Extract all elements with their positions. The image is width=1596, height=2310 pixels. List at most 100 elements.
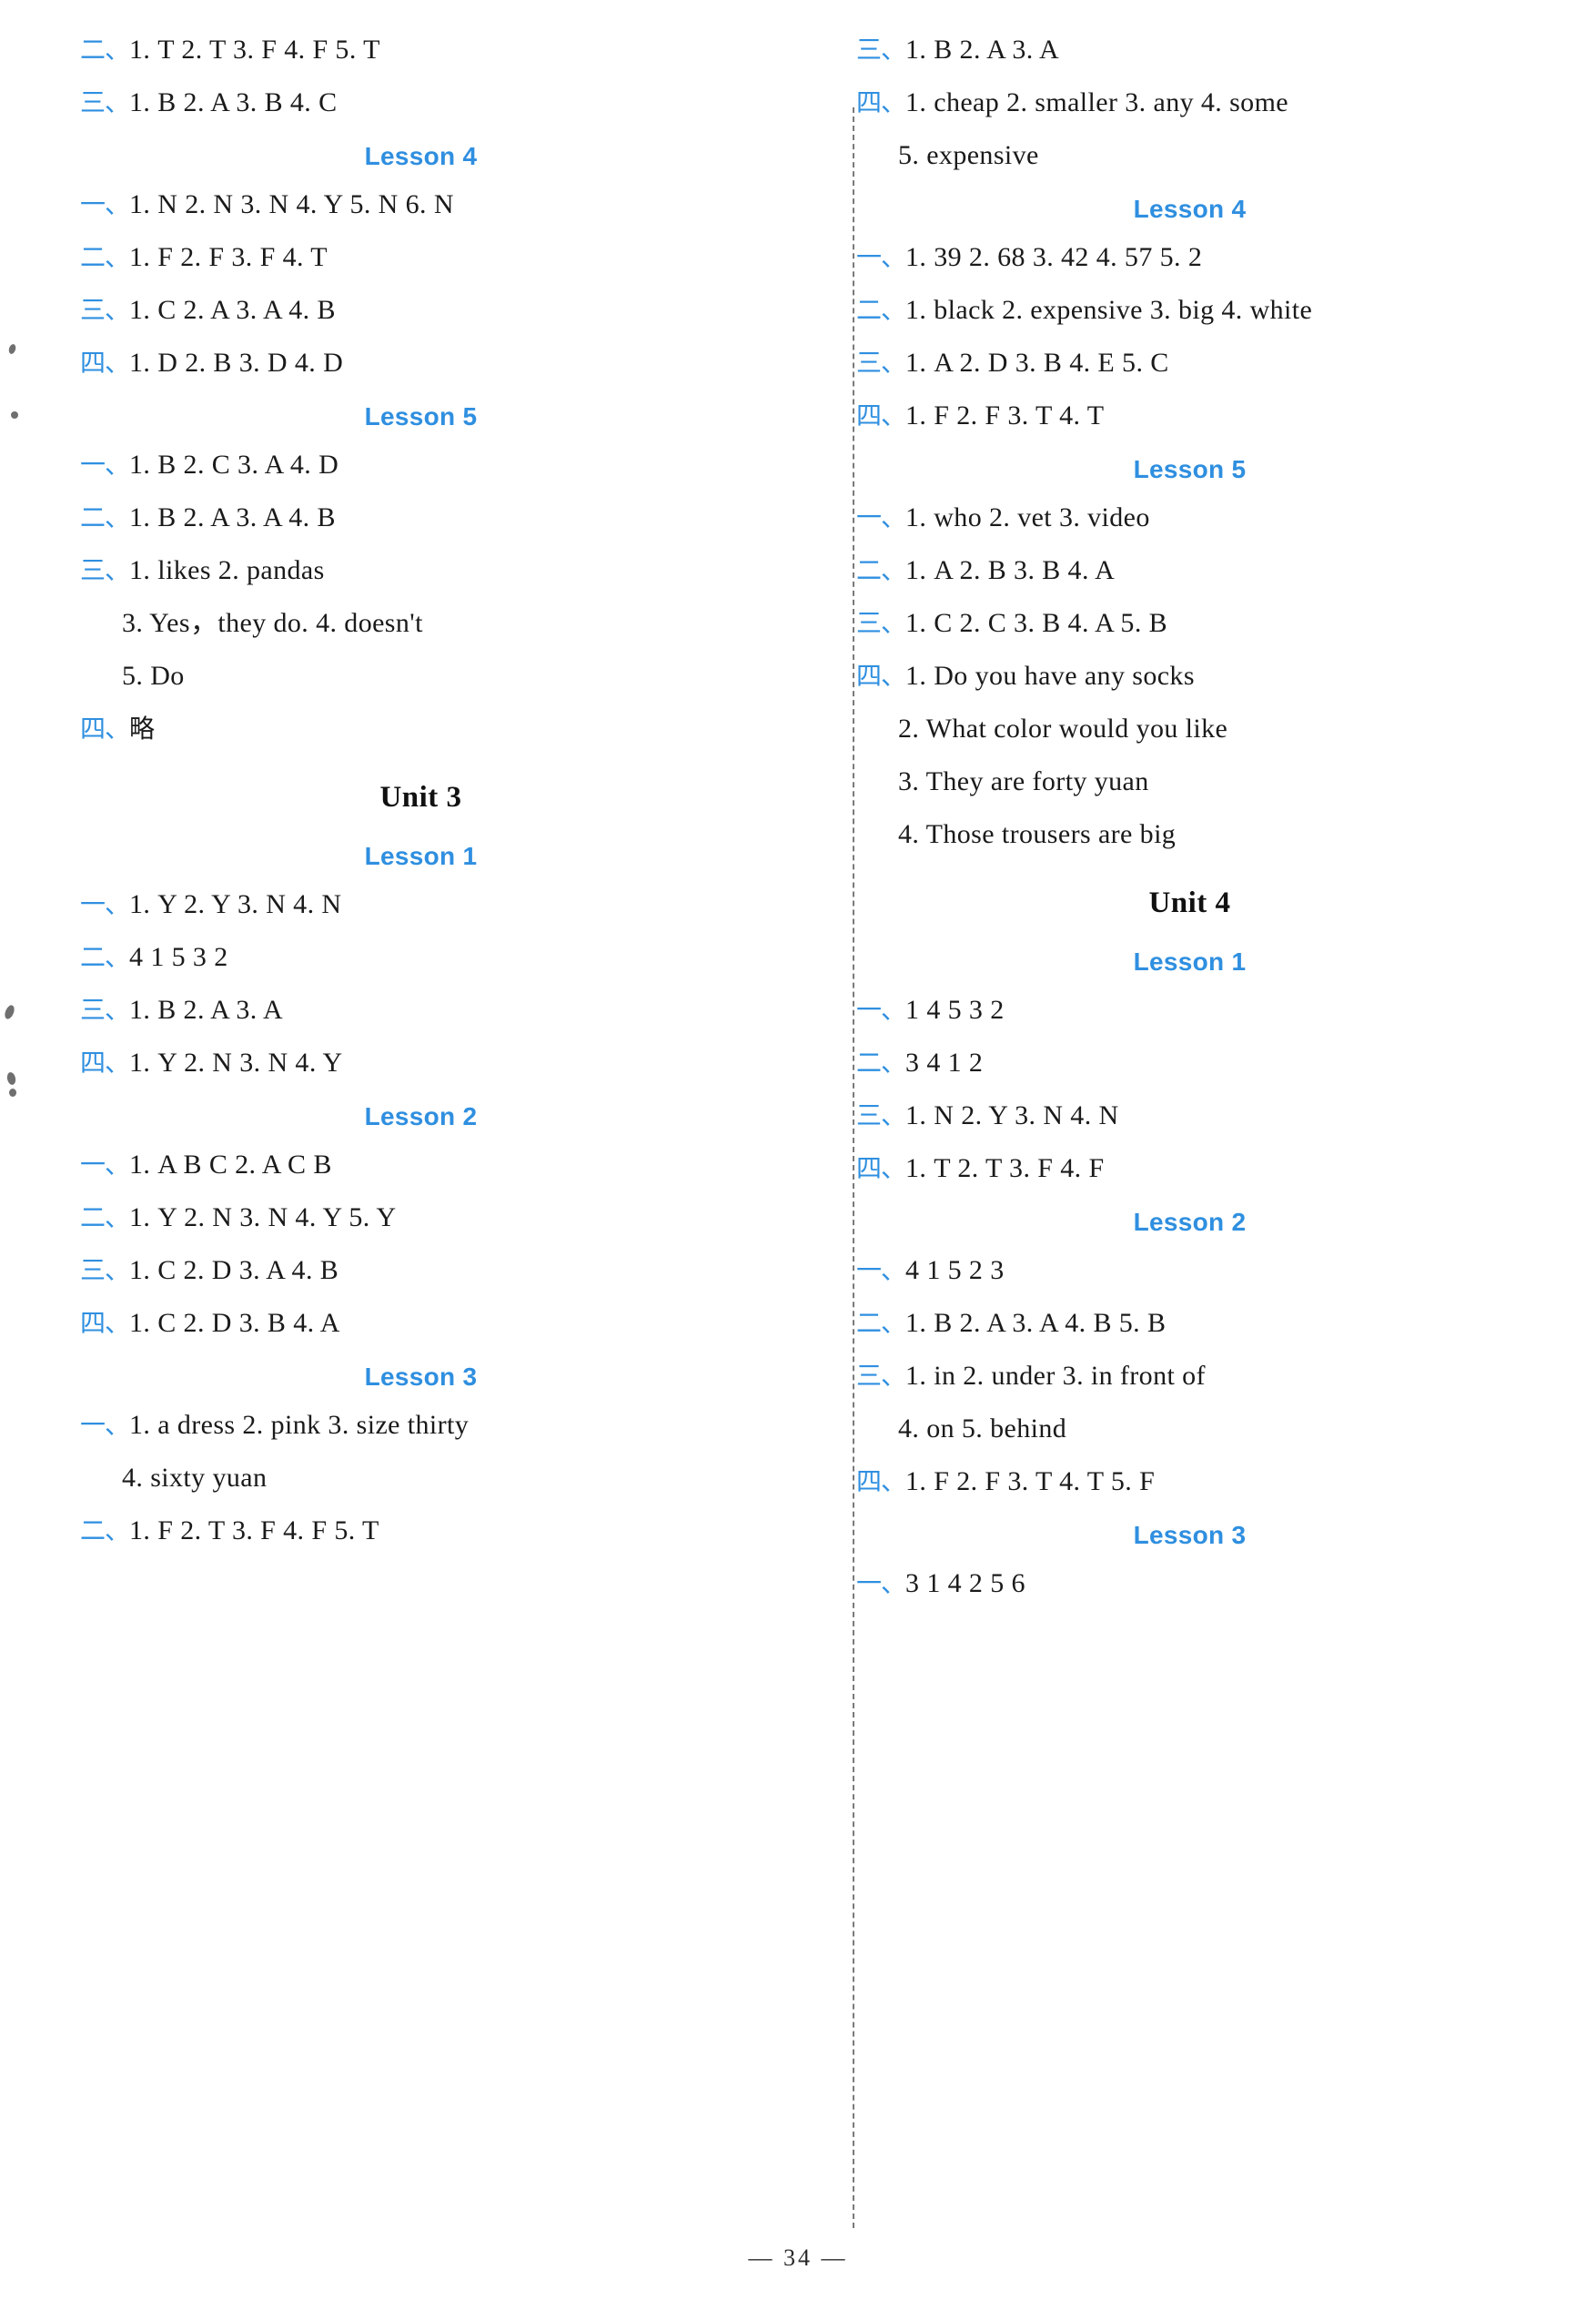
answer-text: 1. cheap 2. smaller 3. any 4. some xyxy=(905,87,1289,117)
ideographic-comma: 、 xyxy=(105,503,130,532)
section-marker: 一 xyxy=(856,996,882,1024)
section-marker: 一 xyxy=(80,190,106,218)
scan-artifact xyxy=(9,1089,16,1097)
ideographic-comma: 、 xyxy=(105,190,130,218)
section-marker: 一 xyxy=(80,890,106,918)
scan-artifact xyxy=(3,1003,16,1021)
answer-text: 1. a dress 2. pink 3. size thirty xyxy=(129,1410,470,1440)
ideographic-comma: 、 xyxy=(105,556,130,584)
lesson-heading: Lesson 4 xyxy=(1133,195,1247,223)
answer-text: 1. Y 2. Y 3. N 4. N xyxy=(129,889,342,919)
section-marker: 一 xyxy=(856,243,882,271)
answer-line: 四、略 xyxy=(80,715,762,743)
answer-line: 三、1. B 2. A 3. A xyxy=(80,997,762,1024)
ideographic-comma: 、 xyxy=(881,556,906,584)
answer-line: 三、1. likes 2. pandas xyxy=(80,557,762,584)
answer-text: 1. who 2. vet 3. video xyxy=(905,502,1150,532)
answer-line: 二、1. A 2. B 3. B 4. A xyxy=(856,557,1523,584)
answer-line: 三、1. in 2. under 3. in front of xyxy=(856,1363,1523,1390)
scan-artifact xyxy=(11,411,18,419)
lesson-heading: Lesson 2 xyxy=(364,1102,478,1130)
lesson-heading: Lesson 5 xyxy=(364,402,478,431)
section-marker: 一 xyxy=(80,451,106,479)
answer-text: 1. N 2. N 3. N 4. Y 5. N 6. N xyxy=(129,189,454,219)
ideographic-comma: 、 xyxy=(881,996,906,1024)
section-marker: 二 xyxy=(80,243,106,271)
section-marker: 一 xyxy=(856,1256,882,1284)
answer-text: 1. B 2. A 3. A xyxy=(129,995,284,1025)
right-column: 三、1. B 2. A 3. A 四、1. cheap 2. smaller 3.… xyxy=(798,36,1541,2203)
lesson-heading: Lesson 5 xyxy=(1133,455,1247,483)
ideographic-comma: 、 xyxy=(881,296,906,324)
answer-text: 4 1 5 2 3 xyxy=(905,1255,1005,1285)
answer-line: 四、1. C 2. D 3. B 4. A xyxy=(80,1310,762,1337)
answer-line: 三、1. A 2. D 3. B 4. E 5. C xyxy=(856,350,1523,377)
ideographic-comma: 、 xyxy=(881,1569,906,1597)
ideographic-comma: 、 xyxy=(881,1467,906,1495)
ideographic-comma: 、 xyxy=(105,1203,130,1231)
answer-line: 三、1. C 2. D 3. A 4. B xyxy=(80,1257,762,1284)
answer-text: 3 1 4 2 5 6 xyxy=(905,1568,1025,1598)
answer-line: 三、1. B 2. A 3. A xyxy=(856,36,1523,64)
answer-text: 1. Y 2. N 3. N 4. Y xyxy=(129,1048,343,1078)
section-marker: 四 xyxy=(856,1467,882,1495)
answer-line: 二、1. T 2. T 3. F 4. F 5. T xyxy=(80,36,762,64)
ideographic-comma: 、 xyxy=(881,88,906,117)
section-marker: 二 xyxy=(80,503,106,532)
section-marker: 四 xyxy=(80,1049,106,1077)
section-marker: 二 xyxy=(856,1049,882,1077)
answer-line: 三、1. B 2. A 3. B 4. C xyxy=(80,89,762,117)
answer-text: 1. A 2. D 3. B 4. E 5. C xyxy=(905,348,1169,378)
lesson-heading: Lesson 3 xyxy=(364,1363,478,1391)
ideographic-comma: 、 xyxy=(881,1309,906,1337)
answer-text: 1. B 2. A 3. A 4. B 5. B xyxy=(905,1308,1167,1338)
answer-text: 1. likes 2. pandas xyxy=(129,555,325,585)
answer-continuation-line: 3. Yes，they do. 4. doesn't xyxy=(80,610,762,637)
answer-line: 二、4 1 5 3 2 xyxy=(80,944,762,971)
answer-text: 1. T 2. T 3. F 4. F 5. T xyxy=(129,35,380,65)
answer-text: 2. What color would you like xyxy=(898,714,1228,744)
section-marker: 二 xyxy=(80,1203,106,1231)
answer-text: 略 xyxy=(129,714,156,743)
answer-line: 四、1. Y 2. N 3. N 4. Y xyxy=(80,1049,762,1077)
answer-text: 4. sixty yuan xyxy=(122,1463,268,1493)
section-marker: 二 xyxy=(80,35,106,64)
answer-text: 1. A 2. B 3. B 4. A xyxy=(905,555,1116,585)
ideographic-comma: 、 xyxy=(105,943,130,971)
section-marker: 二 xyxy=(856,296,882,324)
answer-line: 一、1. B 2. C 3. A 4. D xyxy=(80,451,762,479)
section-marker: 三 xyxy=(80,88,106,117)
answer-text: 1. F 2. F 3. F 4. T xyxy=(129,242,328,272)
ideographic-comma: 、 xyxy=(105,243,130,271)
answer-line: 一、1. Y 2. Y 3. N 4. N xyxy=(80,891,762,918)
answer-line: 四、1. Do you have any socks xyxy=(856,663,1523,690)
ideographic-comma: 、 xyxy=(105,88,130,117)
section-marker: 四 xyxy=(80,714,106,743)
section-marker: 四 xyxy=(80,349,106,377)
answer-line: 一、1 4 5 3 2 xyxy=(856,997,1523,1024)
section-marker: 三 xyxy=(80,1256,106,1284)
ideographic-comma: 、 xyxy=(881,1362,906,1390)
answer-text: 1. 39 2. 68 3. 42 4. 57 5. 2 xyxy=(905,242,1203,272)
ideographic-comma: 、 xyxy=(881,503,906,532)
answer-text: 1. C 2. D 3. A 4. B xyxy=(129,1255,339,1285)
answer-line: 一、1. a dress 2. pink 3. size thirty xyxy=(80,1412,762,1439)
answer-text: 1. B 2. A 3. B 4. C xyxy=(129,87,338,117)
section-marker: 二 xyxy=(856,1309,882,1337)
section-marker: 一 xyxy=(856,1569,882,1597)
answer-continuation-line: 4. sixty yuan xyxy=(80,1464,762,1492)
answer-text: 1. C 2. A 3. A 4. B xyxy=(129,295,336,325)
unit-heading: Unit 3 xyxy=(379,781,462,814)
section-marker: 二 xyxy=(80,1516,106,1545)
unit-heading: Unit 4 xyxy=(1148,887,1231,919)
ideographic-comma: 、 xyxy=(105,1411,130,1439)
section-marker: 四 xyxy=(856,88,882,117)
answer-continuation-line: 2. What color would you like xyxy=(856,715,1523,743)
answer-text: 5. expensive xyxy=(898,140,1039,170)
answer-line: 二、3 4 1 2 xyxy=(856,1049,1523,1077)
ideographic-comma: 、 xyxy=(105,1516,130,1545)
answer-text: 4. Those trousers are big xyxy=(898,819,1177,849)
lesson-heading: Lesson 3 xyxy=(1133,1521,1247,1549)
ideographic-comma: 、 xyxy=(881,1101,906,1130)
answer-text: 1. in 2. under 3. in front of xyxy=(905,1361,1206,1391)
